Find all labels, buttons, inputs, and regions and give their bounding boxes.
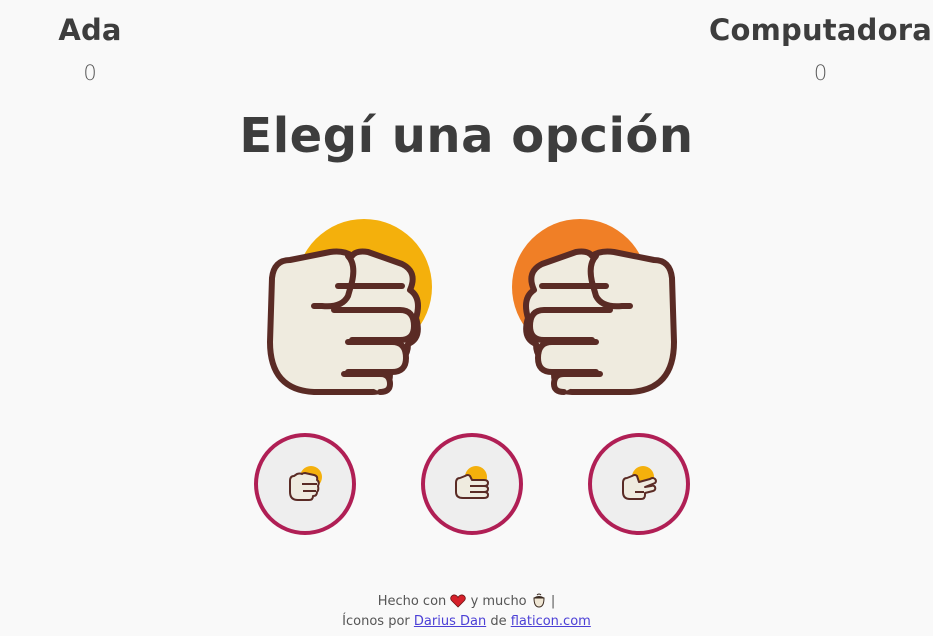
game-screen: Ada 0 Computadora 0 Elegí una opción Hec… [0,0,933,636]
footer-icons-line: Íconos por Darius Dan de flaticon.com [0,613,933,630]
computer-name: Computadora [708,13,932,47]
rock-icon [289,466,322,501]
footer-credit-line: Hecho con y mucho | [0,593,933,613]
scissors-icon [622,466,657,500]
computer-panel: Computadora 0 [708,12,933,86]
player-score: 0 [83,61,97,85]
scissors-button[interactable] [588,433,690,535]
heart-icon [450,594,467,613]
player-panel: Ada 0 [0,12,180,86]
footer: Hecho con y mucho | Íconos por Darius Da… [0,593,933,630]
flaticon-link[interactable]: flaticon.com [511,614,591,629]
mate-icon [531,593,547,613]
computer-score: 0 [813,61,828,85]
paper-icon [455,466,489,499]
computer-hand-rock-icon [502,212,692,402]
footer-separator: | [550,594,556,609]
player-name: Ada [58,13,122,47]
author-link[interactable]: Darius Dan [414,614,486,629]
footer-icons-by: Íconos por [342,614,410,629]
footer-made-with: Hecho con [377,594,447,609]
rock-button[interactable] [254,433,356,535]
page-title: Elegí una opción [239,108,694,164]
paper-button[interactable] [421,433,523,535]
player-hand-rock-icon [252,212,442,402]
footer-from: de [490,614,507,629]
footer-and-much: y mucho [470,594,527,609]
